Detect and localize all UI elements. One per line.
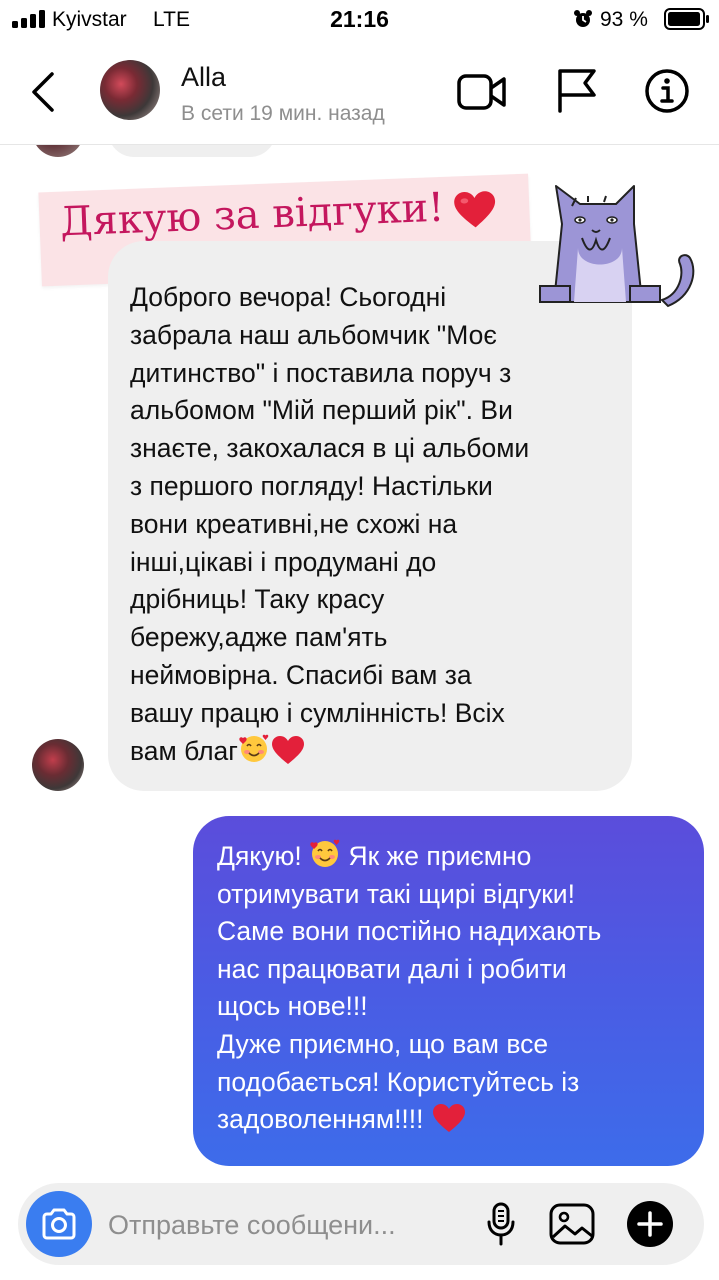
contact-name[interactable]: Alla: [181, 62, 226, 93]
message-thread[interactable]: Дякую за відгуки! Доброго вечора! Сьогод…: [0, 145, 719, 1175]
heart-icon: [271, 735, 304, 764]
camera-icon: [42, 1208, 76, 1240]
heart-icon: [432, 1104, 465, 1133]
microphone-icon[interactable]: [486, 1201, 516, 1247]
smiling-face-with-hearts-icon: [239, 734, 269, 762]
heart-icon: [454, 191, 496, 228]
message-input[interactable]: [108, 1205, 458, 1245]
battery-icon: [664, 8, 709, 30]
message-composer: [18, 1183, 704, 1265]
camera-button[interactable]: [26, 1191, 92, 1257]
battery-percentage: 93 %: [600, 8, 648, 31]
previous-message-bubble[interactable]: [108, 145, 276, 157]
outgoing-message-bubble[interactable]: Дякую! Як же приємно отримувати такі щирі…: [193, 816, 704, 1166]
plus-icon[interactable]: [626, 1200, 674, 1248]
incoming-message-text: Доброго вечора! Сьогодні забрала наш альб…: [130, 282, 530, 766]
info-icon[interactable]: [643, 67, 691, 115]
image-icon[interactable]: [548, 1201, 596, 1247]
cat-sticker-icon[interactable]: [530, 178, 702, 310]
contact-last-seen: В сети 19 мин. назад: [181, 102, 385, 125]
avatar[interactable]: [100, 60, 160, 120]
alarm-icon: [574, 10, 592, 27]
flag-icon[interactable]: [555, 68, 599, 114]
chevron-left-icon[interactable]: [28, 70, 60, 114]
avatar[interactable]: [32, 145, 84, 157]
incoming-message-bubble[interactable]: Доброго вечора! Сьогодні забрала наш альб…: [108, 241, 632, 791]
avatar[interactable]: [32, 739, 84, 791]
chat-header: Alla В сети 19 мин. назад: [0, 40, 719, 145]
smiling-face-with-hearts-icon: [310, 839, 340, 867]
status-bar: Kyivstar LTE 21:16 93 %: [0, 0, 719, 40]
outgoing-message-text: Дякую! Як же приємно отримувати такі щирі…: [217, 838, 682, 1139]
video-camera-icon[interactable]: [456, 72, 508, 112]
